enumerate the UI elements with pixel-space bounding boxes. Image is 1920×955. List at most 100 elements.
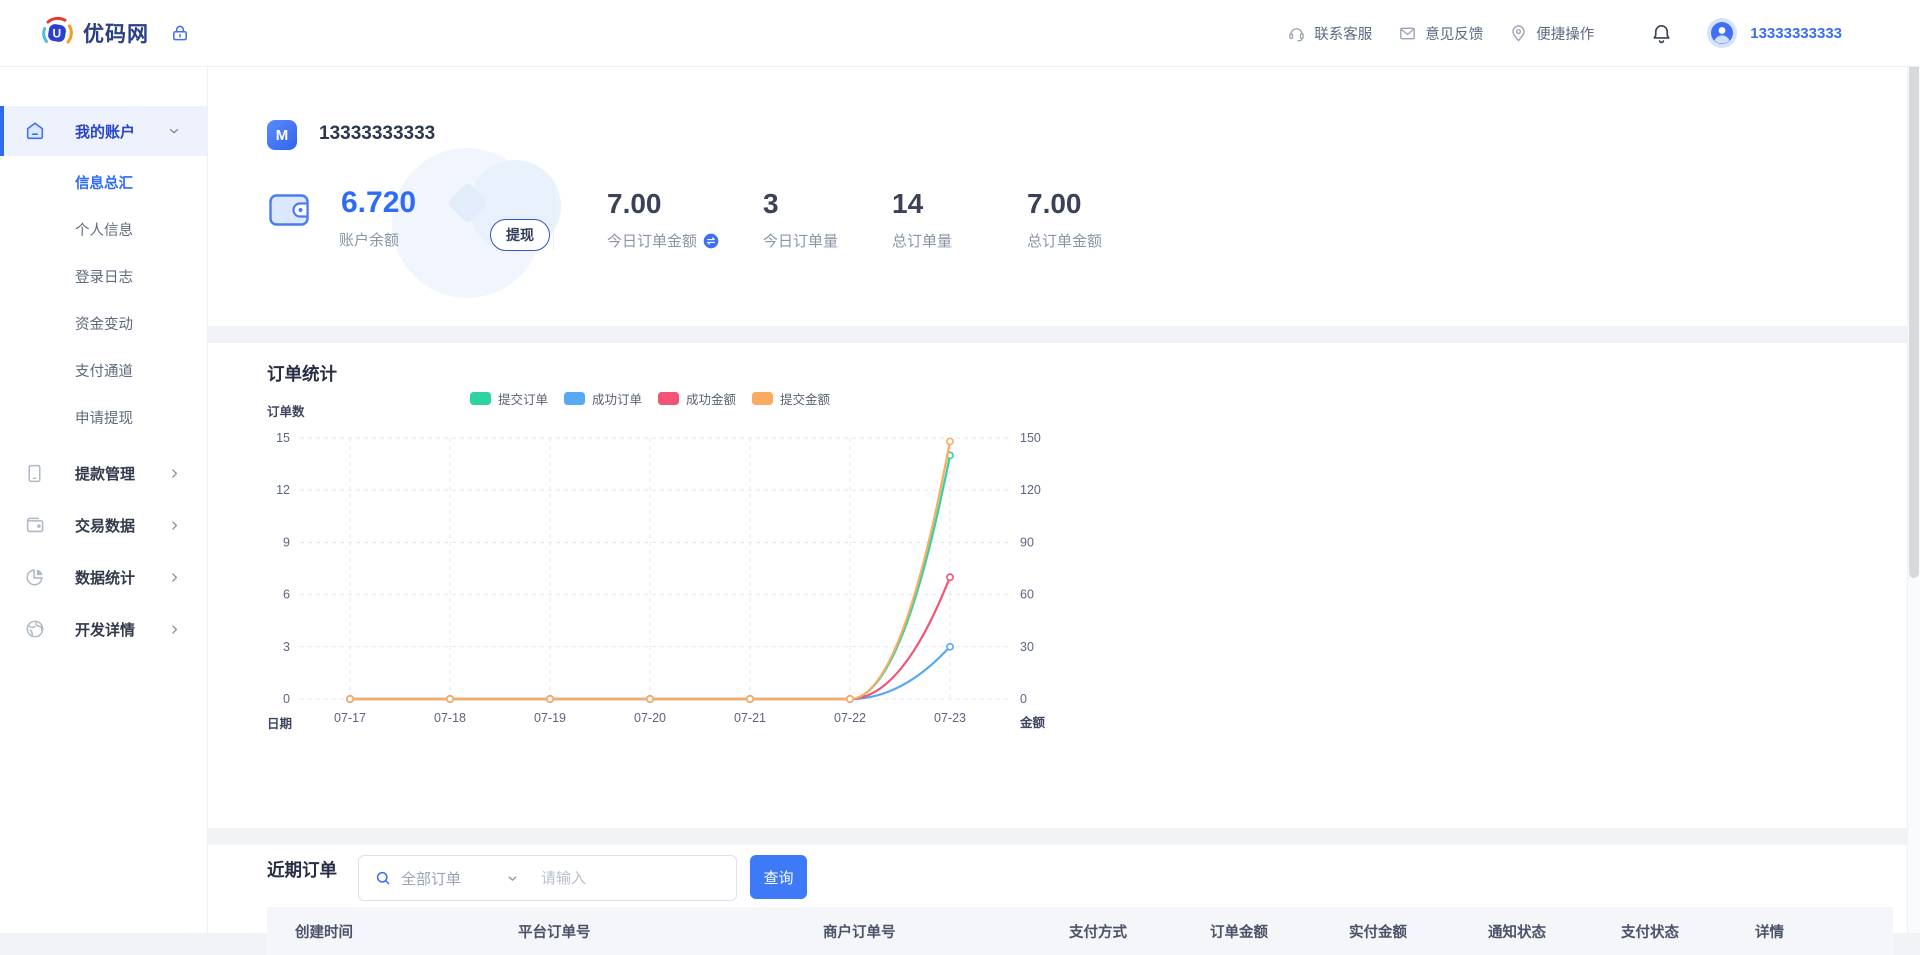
sidebar-section-item[interactable]: 开发详情 xyxy=(0,603,207,655)
svg-text:60: 60 xyxy=(1020,588,1034,602)
lock-icon[interactable] xyxy=(170,23,190,43)
header-link[interactable]: 联系客服 xyxy=(1287,23,1372,44)
sidebar-section-label: 开发详情 xyxy=(75,619,135,640)
wallet-icon xyxy=(24,514,46,536)
table-header-cell: 创建时间 xyxy=(267,921,502,942)
svg-text:07-21: 07-21 xyxy=(734,711,766,725)
chevron-right-icon xyxy=(168,571,181,584)
svg-text:07-20: 07-20 xyxy=(634,711,666,725)
svg-text:120: 120 xyxy=(1020,483,1041,497)
sidebar-group-label: 我的账户 xyxy=(75,121,135,142)
top-header: U 优码网 联系客服 意见反馈 便捷操作 13333333333 xyxy=(0,0,1920,67)
sidebar-subitem[interactable]: 支付通道 xyxy=(0,349,207,396)
stat-label: 总订单金额 xyxy=(1027,230,1102,251)
chevron-right-icon xyxy=(168,623,181,636)
table-header-cell: 支付状态 xyxy=(1605,921,1739,942)
stat-label-text: 今日订单金额 xyxy=(607,230,697,251)
sidebar: 我的账户 信息总汇个人信息登录日志资金变动支付通道申请提现 提款管理交易数据数据… xyxy=(0,66,208,933)
pin-icon xyxy=(1509,24,1528,43)
svg-text:07-22: 07-22 xyxy=(834,711,866,725)
stat-value: 3 xyxy=(763,188,779,220)
scrollbar-track xyxy=(1907,0,1920,933)
sidebar-item-my-account[interactable]: 我的账户 xyxy=(0,106,207,156)
stat-value: 7.00 xyxy=(1027,188,1082,220)
chevron-down-icon xyxy=(506,872,519,885)
table-header-cell: 详情 xyxy=(1739,921,1893,942)
user-avatar[interactable] xyxy=(1707,18,1737,48)
sidebar-section-item[interactable]: 提款管理 xyxy=(0,447,207,499)
sidebar-section-item[interactable]: 数据统计 xyxy=(0,551,207,603)
svg-text:金额: 金额 xyxy=(1019,715,1046,730)
svg-text:07-19: 07-19 xyxy=(534,711,566,725)
brand-logo-icon: U xyxy=(40,16,74,50)
orders-table: 创建时间平台订单号商户订单号支付方式订单金额实付金额通知状态支付状态详情 xyxy=(267,907,1893,955)
svg-text:0: 0 xyxy=(1020,692,1027,706)
svg-text:9: 9 xyxy=(283,535,290,549)
orders-table-header: 创建时间平台订单号商户订单号支付方式订单金额实付金额通知状态支付状态详情 xyxy=(267,907,1893,955)
recent-orders-title: 近期订单 xyxy=(267,857,337,882)
table-header-cell: 订单金额 xyxy=(1194,921,1333,942)
stat-label-text: 今日订单量 xyxy=(763,230,838,251)
account-balance-value: 6.720 xyxy=(341,186,416,220)
scrollbar-thumb[interactable] xyxy=(1909,0,1919,578)
svg-text:07-18: 07-18 xyxy=(434,711,466,725)
orders-chart: 00330660990121201515007-1707-1807-1907-2… xyxy=(207,343,1908,763)
svg-text:30: 30 xyxy=(1020,640,1034,654)
table-header-cell: 通知状态 xyxy=(1472,921,1605,942)
sidebar-section-label: 交易数据 xyxy=(75,515,135,536)
brand-name: 优码网 xyxy=(83,18,149,48)
table-header-cell: 支付方式 xyxy=(1053,921,1194,942)
stat-label-text: 总订单金额 xyxy=(1027,230,1102,251)
header-link-label: 便捷操作 xyxy=(1536,23,1594,44)
sidebar-subitem[interactable]: 申请提现 xyxy=(0,396,207,443)
user-phone-link[interactable]: 13333333333 xyxy=(1750,25,1842,42)
order-stats-card: 订单统计 提交订单成功订单成功金额提交金额 订单数 00330660990121… xyxy=(207,343,1908,828)
query-button[interactable]: 查询 xyxy=(750,855,807,899)
headset-icon xyxy=(1287,24,1306,43)
table-header-cell: 实付金额 xyxy=(1333,921,1472,942)
keyword-input[interactable] xyxy=(539,869,703,888)
wallet-balance-icon xyxy=(269,194,309,226)
chevron-down-icon xyxy=(167,124,181,138)
header-link-label: 意见反馈 xyxy=(1425,23,1483,44)
tablet-icon xyxy=(24,463,45,484)
header-link[interactable]: 意见反馈 xyxy=(1398,23,1483,44)
sidebar-subitem[interactable]: 资金变动 xyxy=(0,302,207,349)
chevron-right-icon xyxy=(168,467,181,480)
svg-text:90: 90 xyxy=(1020,535,1034,549)
order-type-value: 全部订单 xyxy=(401,868,491,889)
pie-chart-icon xyxy=(24,566,46,588)
svg-text:3: 3 xyxy=(283,640,290,654)
sidebar-subitem[interactable]: 信息总汇 xyxy=(0,161,207,208)
sidebar-section-label: 提款管理 xyxy=(75,463,135,484)
sidebar-subitem[interactable]: 登录日志 xyxy=(0,255,207,302)
bell-icon[interactable] xyxy=(1650,22,1673,45)
withdraw-button[interactable]: 提现 xyxy=(490,219,550,251)
stat-label: 总订单量 xyxy=(892,230,952,251)
svg-text:U: U xyxy=(52,27,61,41)
info-icon xyxy=(703,233,719,249)
svg-text:15: 15 xyxy=(276,431,290,445)
svg-text:6: 6 xyxy=(283,588,290,602)
home-icon xyxy=(24,120,46,142)
person-icon xyxy=(1710,21,1734,45)
sidebar-section-item[interactable]: 交易数据 xyxy=(0,499,207,551)
divider xyxy=(553,188,554,250)
table-header-cell: 商户订单号 xyxy=(807,921,1053,942)
chevron-right-icon xyxy=(168,519,181,532)
sidebar-sections: 提款管理交易数据数据统计开发详情 xyxy=(0,447,207,655)
x-axis-name: 日期 xyxy=(267,713,292,732)
sidebar-submenu: 信息总汇个人信息登录日志资金变动支付通道申请提现 xyxy=(0,161,207,443)
sidebar-subitem[interactable]: 个人信息 xyxy=(0,208,207,255)
header-link[interactable]: 便捷操作 xyxy=(1509,23,1594,44)
sidebar-section-label: 数据统计 xyxy=(75,567,135,588)
svg-text:12: 12 xyxy=(276,483,290,497)
account-balance-label: 账户余额 xyxy=(339,229,399,250)
account-phone: 13333333333 xyxy=(319,123,435,145)
order-type-select[interactable]: 全部订单 xyxy=(401,868,519,889)
stat-value: 7.00 xyxy=(607,188,662,220)
header-links: 联系客服 意见反馈 便捷操作 xyxy=(1261,23,1594,44)
globe-icon xyxy=(24,618,46,640)
search-icon xyxy=(374,869,392,887)
header-link-label: 联系客服 xyxy=(1314,23,1372,44)
